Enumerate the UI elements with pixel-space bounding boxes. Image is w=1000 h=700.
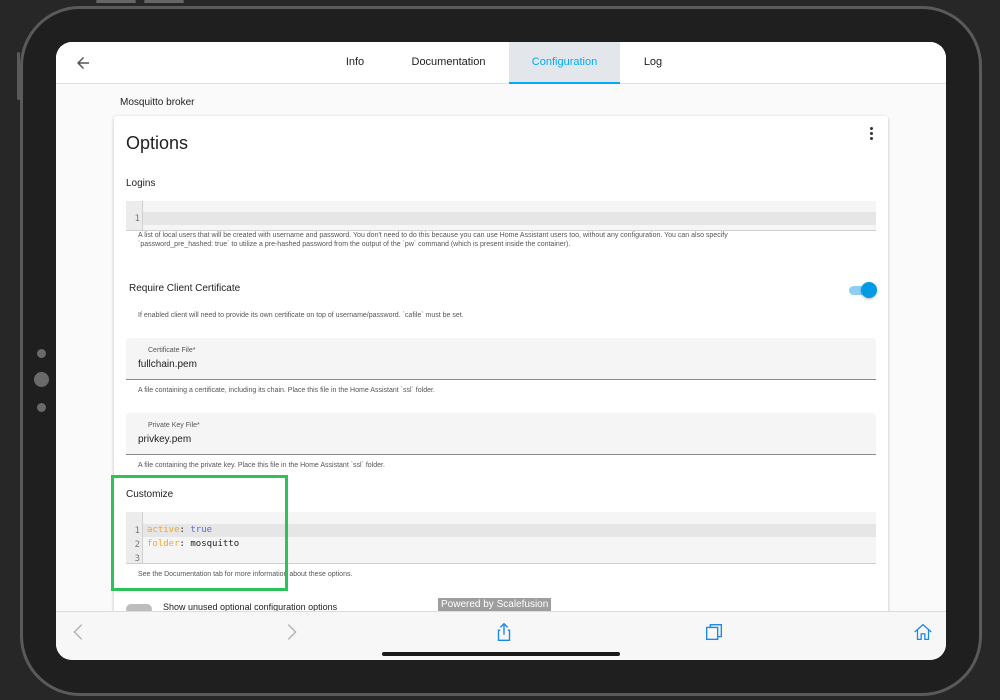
chevron-left-icon[interactable] bbox=[68, 621, 90, 643]
share-icon[interactable] bbox=[493, 621, 515, 643]
tab-configuration[interactable]: Configuration bbox=[509, 42, 620, 84]
volume-dot bbox=[37, 403, 46, 412]
private-key-value: privkey.pem bbox=[138, 434, 192, 445]
card-title: Options bbox=[126, 133, 189, 153]
require-cert-toggle[interactable] bbox=[849, 282, 877, 298]
customize-label: Customize bbox=[126, 489, 174, 500]
logins-helper-2: `password_pre_hashed: true` to utilize a… bbox=[138, 241, 571, 248]
tablet-screen: Info Documentation Configuration Log Mos… bbox=[56, 42, 946, 660]
browser-toolbar bbox=[56, 611, 946, 660]
certificate-file-helper: A file containing a certificate, includi… bbox=[138, 387, 435, 394]
certificate-file-value: fullchain.pem bbox=[138, 359, 197, 370]
top-button bbox=[144, 0, 184, 3]
volume-dot bbox=[37, 349, 46, 358]
require-cert-helper: If enabled client will need to provide i… bbox=[138, 312, 464, 319]
tabs-icon[interactable] bbox=[703, 621, 725, 643]
tab-info[interactable]: Info bbox=[326, 42, 384, 84]
certificate-file-field[interactable]: Certificate File* fullchain.pem bbox=[126, 338, 876, 380]
line-number: 3 bbox=[134, 554, 140, 564]
private-key-field[interactable]: Private Key File* privkey.pem bbox=[126, 413, 876, 455]
yaml-line-active: active: true bbox=[147, 525, 213, 535]
line-number: 1 bbox=[134, 214, 140, 224]
certificate-file-label: Certificate File* bbox=[148, 347, 196, 354]
addon-name: Mosquitto broker bbox=[120, 97, 195, 108]
line-number: 1 bbox=[134, 526, 140, 536]
customize-editor[interactable]: 1 2 3 active: true folder: mosquitto bbox=[126, 512, 876, 564]
private-key-label: Private Key File* bbox=[148, 422, 200, 429]
addon-tabs-header: Info Documentation Configuration Log bbox=[56, 42, 946, 84]
side-button bbox=[17, 52, 20, 100]
tab-documentation[interactable]: Documentation bbox=[401, 42, 496, 84]
require-cert-label: Require Client Certificate bbox=[129, 283, 241, 294]
chevron-right-icon[interactable] bbox=[280, 621, 302, 643]
logins-editor[interactable]: 1 bbox=[126, 201, 876, 231]
logins-helper: A list of local users that will be creat… bbox=[138, 232, 728, 239]
watermark: Powered by Scalefusion bbox=[438, 598, 552, 611]
line-number: 2 bbox=[134, 540, 140, 550]
camera-dot bbox=[34, 372, 49, 387]
top-button bbox=[96, 0, 136, 3]
home-icon[interactable] bbox=[912, 621, 934, 643]
customize-helper: See the Documentation tab for more infor… bbox=[138, 571, 353, 578]
arrow-left-icon[interactable] bbox=[74, 54, 92, 72]
tab-log[interactable]: Log bbox=[628, 42, 678, 84]
logins-label: Logins bbox=[126, 178, 156, 189]
home-indicator[interactable] bbox=[382, 652, 620, 656]
yaml-line-folder: folder: mosquitto bbox=[147, 539, 240, 549]
private-key-helper: A file containing the private key. Place… bbox=[138, 462, 385, 469]
options-card: Options Logins 1 A list of local users t… bbox=[114, 116, 888, 660]
more-vertical-icon[interactable] bbox=[868, 126, 874, 142]
